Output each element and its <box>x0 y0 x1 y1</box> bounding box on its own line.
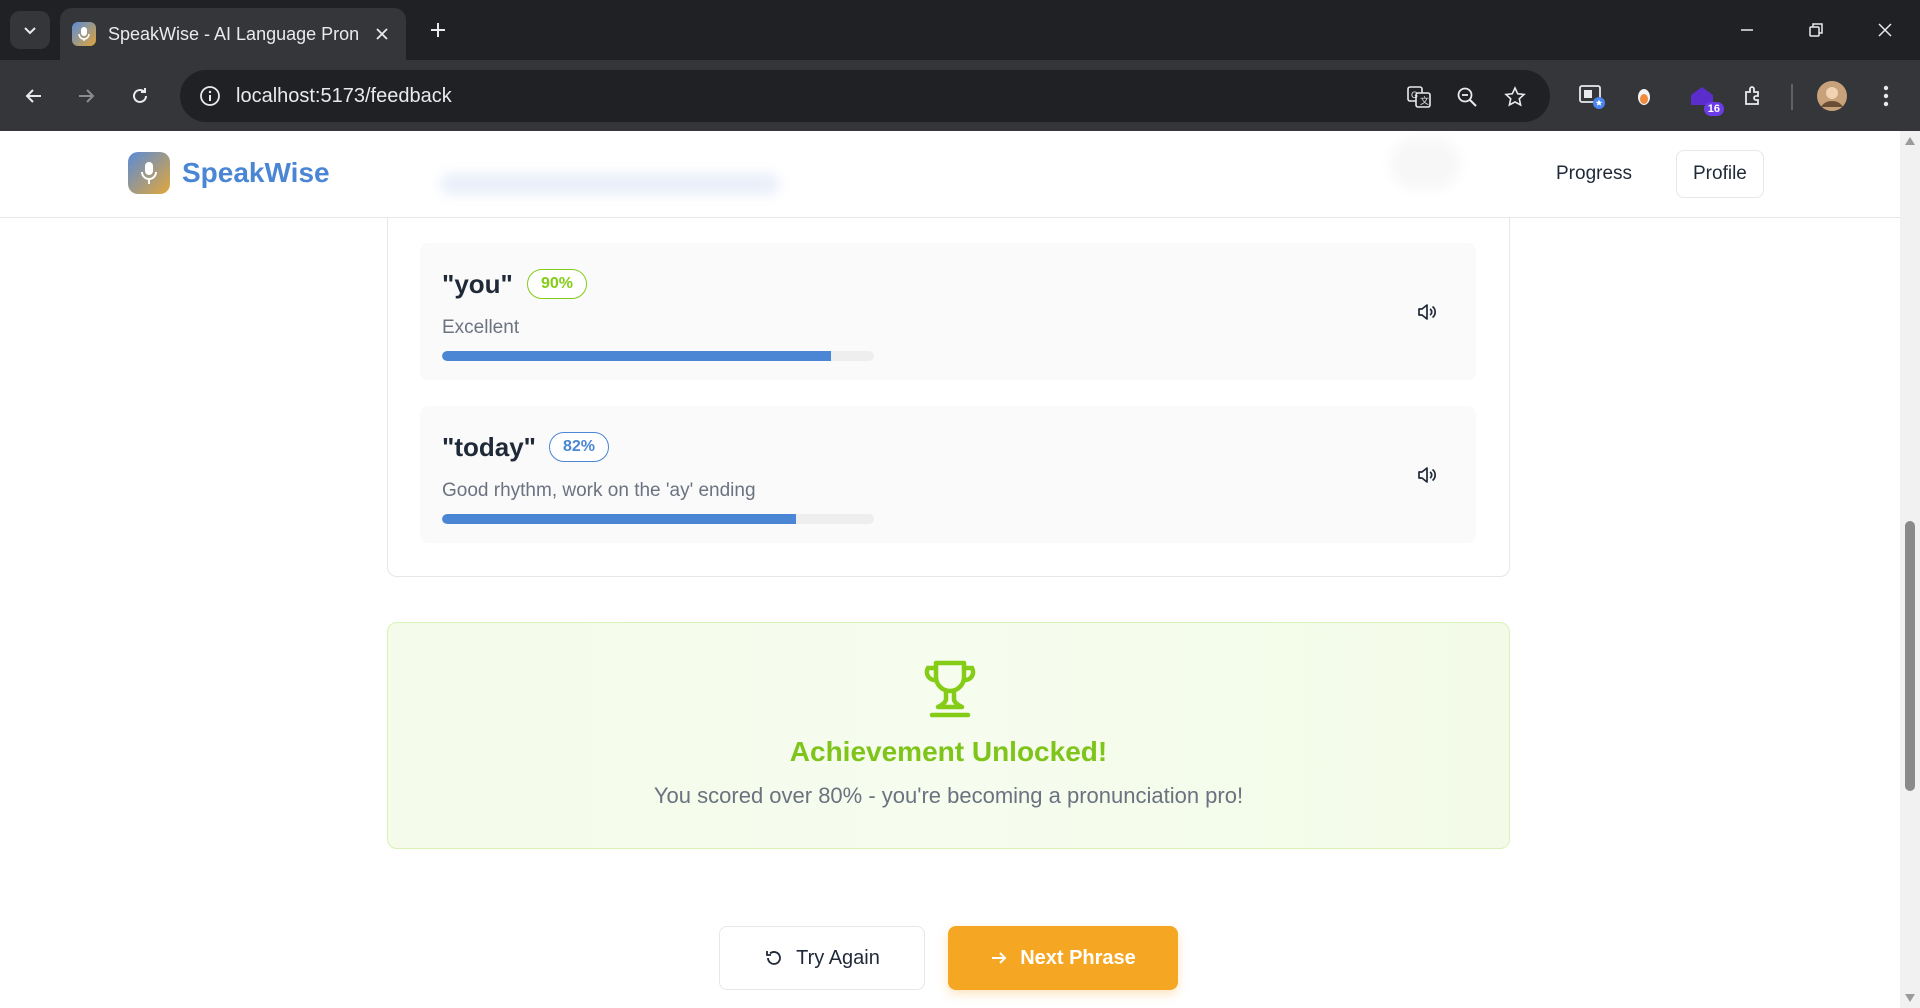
page-scrollbar[interactable] <box>1900 131 1920 1008</box>
arrow-left-icon <box>25 89 41 103</box>
score-badge: 90% <box>527 269 588 299</box>
site-info-icon[interactable] <box>184 70 236 122</box>
scrolled-content-blur <box>1390 139 1460 189</box>
brand-logo-link[interactable]: SpeakWise <box>128 152 330 194</box>
close-icon <box>1878 23 1892 37</box>
arrow-right-icon <box>79 89 95 103</box>
zoom-out-icon[interactable] <box>1452 82 1482 112</box>
score-progress-bar <box>442 514 874 524</box>
extension-badge-icon[interactable]: 16 <box>1684 78 1724 116</box>
extension-fox-icon[interactable] <box>1626 78 1662 114</box>
minimize-button[interactable] <box>1724 10 1770 50</box>
minimize-icon <box>1741 29 1753 31</box>
reload-icon <box>133 88 147 103</box>
rotate-ccw-icon <box>766 951 782 965</box>
score-progress-fill <box>442 351 831 361</box>
scroll-down-arrow-icon[interactable] <box>1905 994 1915 1002</box>
score-progress-fill <box>442 514 797 524</box>
word-result-row: "today" 82% Good rhythm, work on the 'ay… <box>420 406 1476 543</box>
bookmark-star-icon[interactable] <box>1500 82 1530 112</box>
score-progress-bar <box>442 351 874 361</box>
profile-avatar-icon[interactable] <box>1814 78 1850 114</box>
close-tab-icon[interactable] <box>370 22 394 46</box>
toolbar-separator <box>1791 84 1793 110</box>
restore-icon <box>1809 23 1823 37</box>
extension-tabs-icon[interactable] <box>1574 78 1610 114</box>
microphone-icon <box>128 152 170 194</box>
next-phrase-label: Next Phrase <box>1020 946 1136 969</box>
browser-toolbar: localhost:5173/feedback G文 16 <box>0 60 1920 131</box>
scrolled-content-blur <box>440 173 780 195</box>
achievement-subtitle: You scored over 80% - you're becoming a … <box>653 783 1244 808</box>
favicon-icon <box>72 22 96 46</box>
achievement-card: Achievement Unlocked! You scored over 80… <box>387 622 1510 849</box>
translate-icon[interactable]: G文 <box>1404 82 1434 112</box>
reload-button[interactable] <box>120 76 160 116</box>
word-result-row: "you" 90% Excellent <box>420 243 1476 380</box>
scroll-up-arrow-icon[interactable] <box>1905 137 1915 145</box>
browser-tabbar: SpeakWise - AI Language Pronunciation <box>0 0 1920 60</box>
arrow-right-icon <box>992 952 1007 964</box>
svg-text:文: 文 <box>1420 95 1429 106</box>
try-again-button[interactable]: Try Again <box>719 926 925 990</box>
app-header: SpeakWise Progress Profile <box>0 131 1900 218</box>
restore-button[interactable] <box>1793 10 1839 50</box>
speaker-icon[interactable] <box>1414 462 1440 488</box>
browser-menu-icon[interactable] <box>1868 78 1904 114</box>
nav-progress-link[interactable]: Progress <box>1540 150 1648 198</box>
word-feedback: Good rhythm, work on the 'ay' ending <box>442 480 756 501</box>
plus-icon <box>431 23 445 37</box>
word-text: "today" <box>442 432 536 462</box>
next-phrase-button[interactable]: Next Phrase <box>948 926 1178 990</box>
tab-search-button[interactable] <box>10 11 50 49</box>
browser-tab[interactable]: SpeakWise - AI Language Pronunciation <box>60 8 406 60</box>
close-window-button[interactable] <box>1862 10 1908 50</box>
extensions-puzzle-icon[interactable] <box>1736 78 1772 114</box>
achievement-title: Achievement Unlocked! <box>789 736 1108 767</box>
brand-name: SpeakWise <box>182 157 330 188</box>
new-tab-button[interactable] <box>422 14 454 46</box>
try-again-label: Try Again <box>796 946 880 969</box>
trophy-icon <box>924 660 976 718</box>
scrollbar-thumb[interactable] <box>1905 521 1915 791</box>
score-badge: 82% <box>549 432 610 462</box>
extension-badge-count: 16 <box>1703 102 1724 116</box>
address-bar[interactable]: localhost:5173/feedback G文 <box>180 70 1550 122</box>
speaker-icon[interactable] <box>1414 299 1440 325</box>
word-feedback: Excellent <box>442 317 520 338</box>
word-text: "you" <box>442 269 513 299</box>
chevron-down-icon <box>24 27 36 35</box>
back-button[interactable] <box>14 76 54 116</box>
url-text: localhost:5173/feedback <box>236 84 452 107</box>
forward-button[interactable] <box>66 76 106 116</box>
svg-text:G: G <box>1411 90 1418 100</box>
tab-title: SpeakWise - AI Language Pronunciation <box>108 23 358 44</box>
page-viewport: "you" 90% Excellent "today" 82% Good rhy… <box>0 131 1900 1008</box>
nav-profile-button[interactable]: Profile <box>1676 150 1764 198</box>
